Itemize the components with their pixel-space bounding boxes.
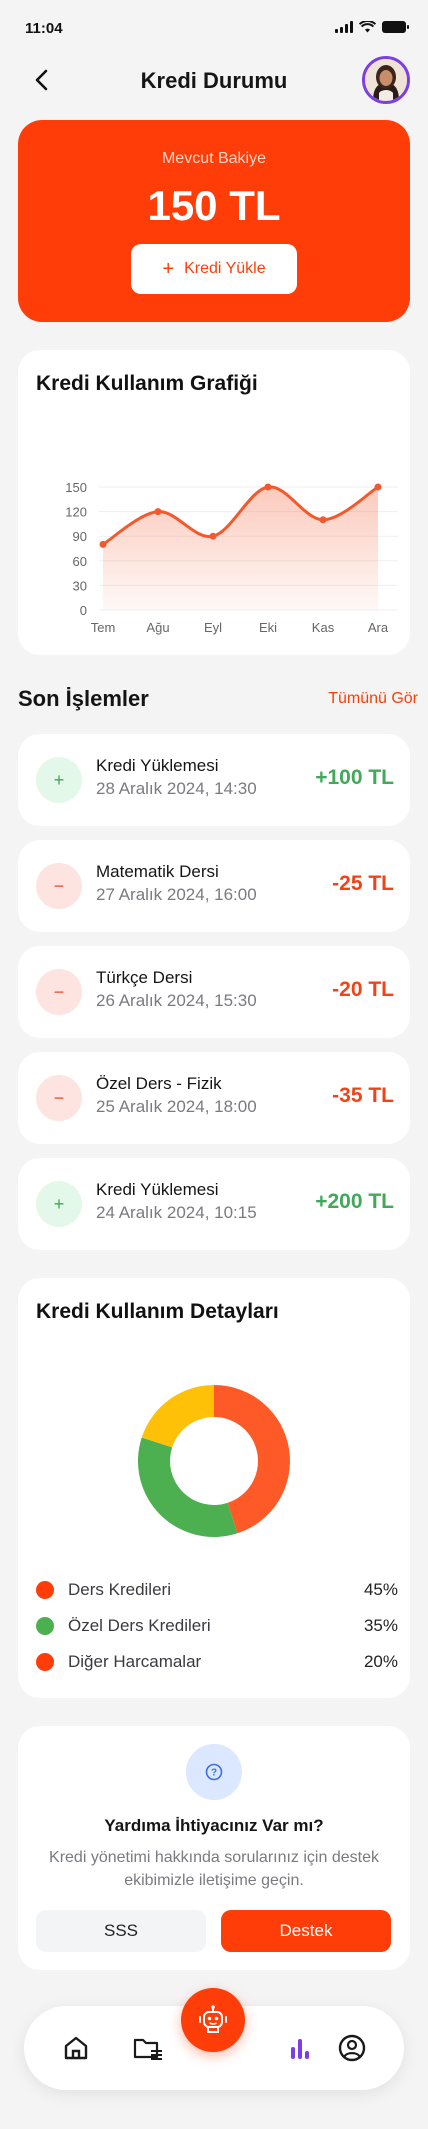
transaction-name: Matematik Dersi (96, 862, 219, 881)
transaction-amount: -25 TL (332, 872, 394, 895)
x-tick-label: Eki (259, 620, 277, 635)
transaction-name: Özel Ders - Fizik (96, 1074, 222, 1093)
chart-point (154, 508, 162, 516)
transaction-name: Türkçe Dersi (96, 968, 193, 987)
legend-dot (36, 1653, 54, 1671)
balance-amount: 150 TL (147, 182, 281, 229)
legend-percent: 35% (363, 1616, 398, 1635)
transaction-date: 26 Aralık 2024, 15:30 (96, 991, 257, 1010)
x-tick-label: Tem (91, 620, 116, 635)
load-credit-label: Kredi Yükle (184, 260, 266, 277)
profile-icon (338, 2034, 366, 2062)
usage-donut-chart (138, 1385, 290, 1537)
chart-point (319, 516, 327, 524)
help-description: Kredi yönetimi hakkında sorularınız için… (49, 1849, 379, 1889)
signal-icon (335, 21, 353, 33)
transaction-amount: +200 TL (315, 1190, 394, 1213)
plus-icon: + (162, 258, 175, 280)
transaction-amount: -35 TL (332, 1084, 394, 1107)
chart-area (103, 486, 378, 610)
x-tick-label: Kas (312, 620, 335, 635)
nav-profile[interactable] (332, 2028, 372, 2068)
battery-icon (382, 21, 409, 33)
balance-label: Mevcut Bakiye (161, 150, 267, 167)
minus-icon: − (36, 863, 82, 909)
transaction-item[interactable]: − Türkçe Dersi 26 Aralık 2024, 15:30 -20… (18, 946, 410, 1038)
chart-point (264, 483, 272, 491)
status-time: 11:04 (25, 20, 63, 37)
legend-label: Diğer Harcamalar (68, 1652, 202, 1671)
y-tick-label: 30 (73, 578, 87, 593)
status-bar: 11:04 (0, 0, 428, 56)
donut-slice (141, 1385, 214, 1448)
support-button[interactable]: Destek (221, 1910, 391, 1952)
help-title: Yardıma İhtiyacınız Var mı? (104, 1816, 324, 1835)
y-tick-label: 0 (80, 603, 87, 618)
donut-slice (138, 1437, 238, 1537)
status-icons (335, 21, 409, 33)
x-tick-label: Ara (368, 620, 389, 635)
wifi-icon (359, 21, 376, 33)
nav-stats[interactable] (280, 2028, 320, 2068)
usage-details-title: Kredi Kullanım Detayları (36, 1300, 279, 1323)
load-credit-button[interactable]: + Kredi Yükle (131, 244, 297, 294)
help-card: ? Yardıma İhtiyacınız Var mı? Kredi yöne… (18, 1726, 410, 1970)
nav-home[interactable] (56, 2028, 96, 2068)
legend-percent: 45% (363, 1580, 398, 1599)
legend-item: Ders Kredileri 45% (36, 1578, 398, 1604)
svg-text:?: ? (211, 1768, 217, 1779)
plus-icon: + (36, 757, 82, 803)
avatar[interactable] (362, 56, 410, 104)
faq-button[interactable]: SSS (36, 1910, 206, 1952)
chart-point (209, 532, 217, 540)
x-tick-label: Ağu (146, 620, 169, 635)
usage-chart: 0 30 60 90 120 150 Tem Ağu Eyl Eki Kas Ara (65, 480, 398, 635)
transaction-item[interactable]: − Özel Ders - Fizik 25 Aralık 2024, 18:0… (18, 1052, 410, 1144)
transaction-date: 25 Aralık 2024, 18:00 (96, 1097, 257, 1116)
nav-folder[interactable] (128, 2028, 168, 2068)
legend-item: Diğer Harcamalar 20% (36, 1650, 398, 1676)
legend-percent: 20% (363, 1652, 398, 1671)
y-tick-label: 90 (73, 529, 87, 544)
transaction-name: Kredi Yüklemesi (96, 756, 219, 775)
transaction-item[interactable]: + Kredi Yüklemesi 28 Aralık 2024, 14:30 … (18, 734, 410, 826)
balance-card: Mevcut Bakiye 150 TL + Kredi Yükle (18, 120, 410, 322)
home-icon (64, 2036, 88, 2060)
plus-icon: + (36, 1181, 82, 1227)
transactions-header: Son İşlemler Tümünü Gör (18, 686, 418, 712)
transaction-date: 28 Aralık 2024, 14:30 (96, 779, 257, 798)
avatar-image (365, 59, 407, 101)
y-tick-label: 60 (73, 554, 87, 569)
transaction-date: 24 Aralık 2024, 10:15 (96, 1203, 257, 1222)
header: Kredi Durumu (0, 56, 428, 104)
folder-icon (133, 2038, 162, 2060)
transaction-date: 27 Aralık 2024, 16:00 (96, 885, 257, 904)
minus-icon: − (36, 1075, 82, 1121)
question-icon: ? (186, 1744, 242, 1800)
assistant-button[interactable] (181, 1988, 245, 2052)
see-all-link[interactable]: Tümünü Gör (328, 690, 418, 708)
legend-dot (36, 1617, 54, 1635)
transaction-item[interactable]: + Kredi Yüklemesi 24 Aralık 2024, 10:15 … (18, 1158, 410, 1250)
legend-item: Özel Ders Kredileri 35% (36, 1614, 398, 1640)
usage-details-card: Kredi Kullanım Detayları Ders Kredileri … (18, 1278, 410, 1698)
chart-icon (291, 2039, 309, 2059)
y-tick-label: 150 (65, 480, 87, 495)
transaction-amount: -20 TL (332, 978, 394, 1001)
y-tick-label: 120 (65, 505, 87, 520)
chart-point (374, 483, 382, 491)
transaction-name: Kredi Yüklemesi (96, 1180, 219, 1199)
transaction-amount: +100 TL (315, 766, 394, 789)
legend-label: Ders Kredileri (68, 1580, 171, 1599)
usage-chart-card: Kredi Kullanım Grafiği 0 30 60 90 120 150 Tem A… (18, 350, 410, 655)
chart-point (99, 540, 107, 548)
legend-dot (36, 1581, 54, 1599)
robot-icon (199, 2005, 227, 2033)
minus-icon: − (36, 969, 82, 1015)
transaction-item[interactable]: − Matematik Dersi 27 Aralık 2024, 16:00 … (18, 840, 410, 932)
x-tick-label: Eyl (204, 620, 222, 635)
legend-label: Özel Ders Kredileri (68, 1616, 211, 1635)
